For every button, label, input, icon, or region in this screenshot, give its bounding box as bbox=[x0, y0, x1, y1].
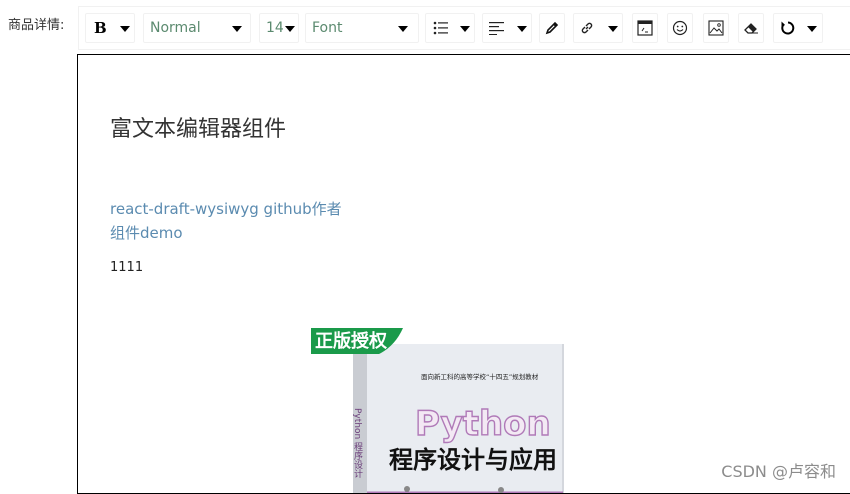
chevron-down-icon bbox=[120, 26, 130, 32]
book-subtitle: 面向新工科的高等学校“十四五”规划教材 bbox=[421, 372, 539, 381]
chevron-down-icon bbox=[232, 26, 242, 32]
github-author-link[interactable]: react-draft-wysiwyg github作者 bbox=[110, 198, 342, 219]
book-title-cn: 程序设计与应用 bbox=[389, 446, 557, 474]
font-family-value: Font bbox=[312, 20, 343, 36]
editor-toolbar: B Normal 14 Font bbox=[78, 6, 850, 50]
link-icon bbox=[580, 21, 594, 35]
history-dropdown[interactable] bbox=[773, 13, 823, 43]
book-title-en: Python bbox=[415, 404, 551, 444]
font-size-dropdown[interactable]: 14 bbox=[259, 13, 299, 43]
undo-icon bbox=[780, 20, 796, 36]
list-icon bbox=[433, 21, 449, 35]
link-dropdown[interactable] bbox=[573, 13, 623, 43]
chevron-down-icon bbox=[608, 26, 618, 32]
eraser-button[interactable] bbox=[738, 13, 764, 43]
chevron-down-icon bbox=[460, 26, 470, 32]
chevron-down-icon bbox=[285, 26, 295, 32]
color-picker-icon bbox=[545, 21, 559, 35]
emoji-button[interactable] bbox=[667, 13, 693, 43]
chevron-down-icon bbox=[517, 26, 527, 32]
book-spine-text: Python 程序设计 bbox=[352, 408, 363, 479]
block-type-dropdown[interactable]: Normal bbox=[143, 13, 251, 43]
list-dropdown[interactable] bbox=[425, 13, 475, 43]
ribbon-text: 正版授权 bbox=[315, 330, 388, 352]
embed-button[interactable] bbox=[632, 13, 658, 43]
block-type-value: Normal bbox=[150, 20, 201, 36]
font-size-value: 14 bbox=[266, 20, 284, 36]
book-cover-image: 正版授权 面向新工科的高等学校“十四五”规划教材 Python 程序设计 Pyt… bbox=[311, 328, 613, 493]
emoji-icon bbox=[672, 20, 688, 36]
align-left-icon bbox=[489, 21, 505, 35]
editor-content-area[interactable]: 富文本编辑器组件 react-draft-wysiwyg github作者 组件… bbox=[77, 54, 850, 494]
eraser-icon bbox=[743, 21, 759, 35]
chevron-down-icon bbox=[807, 26, 817, 32]
color-picker-button[interactable] bbox=[539, 13, 565, 43]
image-button[interactable] bbox=[703, 13, 729, 43]
bold-dropdown[interactable]: B bbox=[85, 13, 135, 43]
content-paragraph: 1111 bbox=[110, 260, 144, 275]
image-icon bbox=[708, 20, 724, 36]
font-family-dropdown[interactable]: Font bbox=[305, 13, 419, 43]
bold-icon: B bbox=[94, 21, 108, 35]
embed-icon bbox=[637, 20, 653, 36]
align-dropdown[interactable] bbox=[482, 13, 532, 43]
field-label: 商品详情: bbox=[8, 18, 65, 33]
component-demo-link[interactable]: 组件demo bbox=[110, 222, 183, 243]
csdn-watermark: CSDN @卢容和 bbox=[721, 462, 836, 481]
content-heading: 富文本编辑器组件 bbox=[110, 117, 287, 142]
svg-text:B: B bbox=[94, 21, 107, 35]
chevron-down-icon bbox=[398, 26, 408, 32]
